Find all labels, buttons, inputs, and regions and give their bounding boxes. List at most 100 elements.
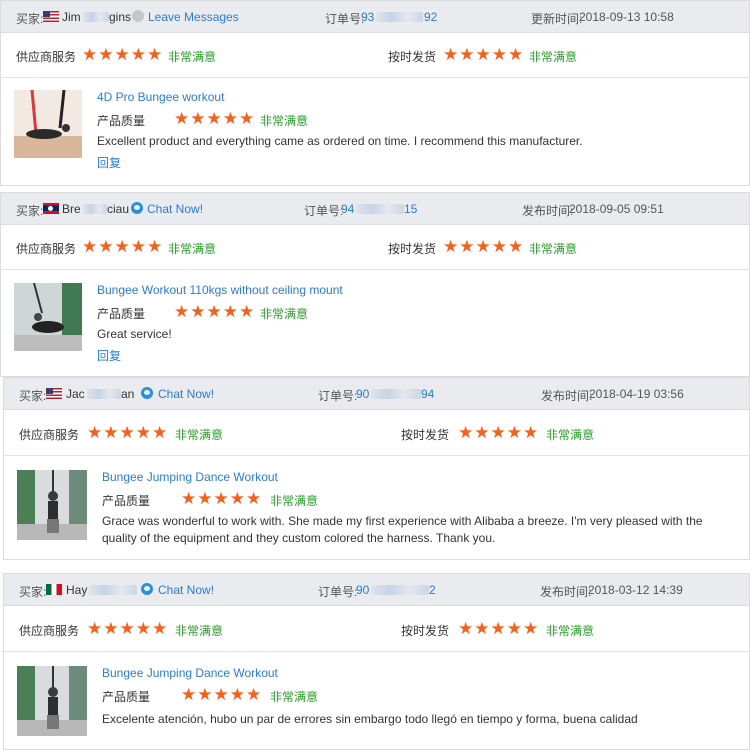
seller-ratings-row: 供应商服务 ★★★★★ 非常满意 按时发货 ★★★★★ 非常满意 (4, 410, 749, 456)
buyer-name: Bre (62, 202, 81, 216)
product-quality-rating: 非常满意 (270, 494, 319, 508)
product-title-link[interactable]: Bungee Workout 110kgs without ceiling mo… (97, 283, 343, 297)
buyer-label: 买家: (19, 389, 47, 403)
supplier-service-stars: ★★★★★ (82, 45, 164, 64)
redacted-order (356, 204, 404, 214)
product-thumbnail[interactable] (17, 666, 87, 736)
on-time-delivery-label: 按时发货 (401, 624, 450, 638)
product-quality-rating: 非常满意 (270, 690, 319, 704)
product-quality-stars: ★★★★★ (181, 685, 263, 704)
order-number-end[interactable]: 2 (429, 583, 436, 597)
on-time-delivery-label: 按时发货 (388, 50, 437, 64)
chat-icon[interactable] (141, 583, 153, 595)
time-label: 更新时间: (531, 12, 583, 26)
chat-now-link[interactable]: Chat Now! (147, 202, 203, 216)
review-header: 买家: Hay Chat Now! 订单号: 90 2 发布时间: 2018-0… (4, 574, 749, 606)
on-time-delivery-rating: 非常满意 (529, 242, 578, 256)
redacted-name (89, 585, 137, 595)
buyer-label: 买家: (19, 585, 47, 599)
product-image (17, 666, 87, 736)
redacted-name (83, 12, 109, 22)
buyer-name: Hay (66, 583, 88, 597)
on-time-delivery-stars: ★★★★★ (443, 45, 525, 64)
product-title-link[interactable]: 4D Pro Bungee workout (97, 90, 224, 104)
order-number-start[interactable]: 90 (356, 387, 369, 401)
supplier-service-stars: ★★★★★ (87, 423, 169, 442)
order-number-end[interactable]: 15 (404, 202, 417, 216)
review-comment: Great service! (97, 327, 172, 341)
chat-icon[interactable] (141, 387, 153, 399)
product-quality-label: 产品质量 (97, 114, 146, 128)
on-time-delivery-rating: 非常满意 (529, 50, 578, 64)
product-quality-stars: ★★★★★ (181, 489, 263, 508)
on-time-delivery-stars: ★★★★★ (443, 237, 525, 256)
on-time-delivery-stars: ★★★★★ (458, 619, 540, 638)
order-number-end[interactable]: 92 (424, 10, 437, 24)
message-icon[interactable] (132, 10, 144, 22)
product-quality-rating: 非常满意 (260, 307, 309, 321)
reply-link[interactable]: 回复 (97, 347, 121, 364)
review-header: 买家: Jim gins Leave Messages 订单号: 93 92 更… (1, 1, 749, 33)
order-number-end[interactable]: 94 (421, 387, 434, 401)
order-number-start[interactable]: 93 (361, 10, 374, 24)
order-label: 订单号: (304, 204, 344, 218)
chat-icon[interactable] (131, 202, 143, 214)
review-header: 买家: Bre ciau Chat Now! 订单号: 94 15 发布时间: … (1, 193, 749, 225)
seller-ratings-row: 供应商服务 ★★★★★ 非常满意 按时发货 ★★★★★ 非常满意 (1, 33, 749, 78)
supplier-service-label: 供应商服务 (16, 50, 77, 64)
product-thumbnail[interactable] (17, 470, 87, 540)
us-flag-icon (46, 388, 62, 399)
product-thumbnail[interactable] (14, 283, 82, 351)
supplier-service-stars: ★★★★★ (82, 237, 164, 256)
review-card: 买家: Bre ciau Chat Now! 订单号: 94 15 发布时间: … (0, 192, 750, 377)
order-number-start[interactable]: 94 (341, 202, 354, 216)
chat-now-link[interactable]: Chat Now! (158, 387, 214, 401)
review-comment: Excelente atención, hubo un par de error… (102, 712, 638, 726)
review-time: 2018-09-13 10:58 (579, 10, 674, 24)
redacted-order (371, 389, 421, 399)
review-comment: Excellent product and everything came as… (97, 134, 583, 148)
product-title-link[interactable]: Bungee Jumping Dance Workout (102, 470, 278, 484)
buyer-label: 买家: (16, 12, 44, 26)
on-time-delivery-label: 按时发货 (388, 242, 437, 256)
redacted-name (83, 204, 107, 214)
on-time-delivery-stars: ★★★★★ (458, 423, 540, 442)
review-card: 买家: Jim gins Leave Messages 订单号: 93 92 更… (0, 0, 750, 186)
supplier-service-rating: 非常满意 (175, 624, 224, 638)
time-label: 发布时间: (522, 204, 574, 218)
product-quality-label: 产品质量 (102, 690, 151, 704)
supplier-service-stars: ★★★★★ (87, 619, 169, 638)
chat-now-link[interactable]: Chat Now! (158, 583, 214, 597)
seller-ratings-row: 供应商服务 ★★★★★ 非常满意 按时发货 ★★★★★ 非常满意 (4, 606, 749, 652)
product-quality-label: 产品质量 (102, 494, 151, 508)
supplier-service-rating: 非常满意 (175, 428, 224, 442)
time-label: 发布时间: (540, 585, 592, 599)
reply-link[interactable]: 回复 (97, 154, 121, 171)
product-thumbnail[interactable] (14, 90, 82, 158)
time-label: 发布时间: (541, 389, 593, 403)
review-time: 2018-04-19 03:56 (589, 387, 684, 401)
buyer-label: 买家: (16, 204, 44, 218)
review-time: 2018-09-05 09:51 (569, 202, 664, 216)
product-title-link[interactable]: Bungee Jumping Dance Workout (102, 666, 278, 680)
review-header: 买家: Jac an Chat Now! 订单号: 90 94 发布时间: 20… (4, 378, 749, 410)
buyer-name: Jim (62, 10, 81, 24)
buyer-name: Jac (66, 387, 85, 401)
supplier-service-label: 供应商服务 (19, 428, 80, 442)
review-time: 2018-03-12 14:39 (588, 583, 683, 597)
product-image (17, 470, 87, 540)
on-time-delivery-rating: 非常满意 (546, 428, 595, 442)
seller-ratings-row: 供应商服务 ★★★★★ 非常满意 按时发货 ★★★★★ 非常满意 (1, 225, 749, 270)
us-flag-icon (43, 11, 59, 22)
buyer-name-end: ciau (107, 202, 130, 216)
order-number-start[interactable]: 90 (356, 583, 369, 597)
order-label: 订单号: (325, 12, 365, 26)
redacted-order (376, 12, 423, 22)
product-quality-rating: 非常满意 (260, 114, 309, 128)
buyer-name-end: gins (109, 10, 132, 24)
product-image (14, 90, 82, 158)
leave-messages-link[interactable]: Leave Messages (148, 10, 239, 24)
laos-flag-icon (43, 203, 59, 214)
review-card: 买家: Hay Chat Now! 订单号: 90 2 发布时间: 2018-0… (3, 573, 750, 750)
supplier-service-label: 供应商服务 (16, 242, 77, 256)
